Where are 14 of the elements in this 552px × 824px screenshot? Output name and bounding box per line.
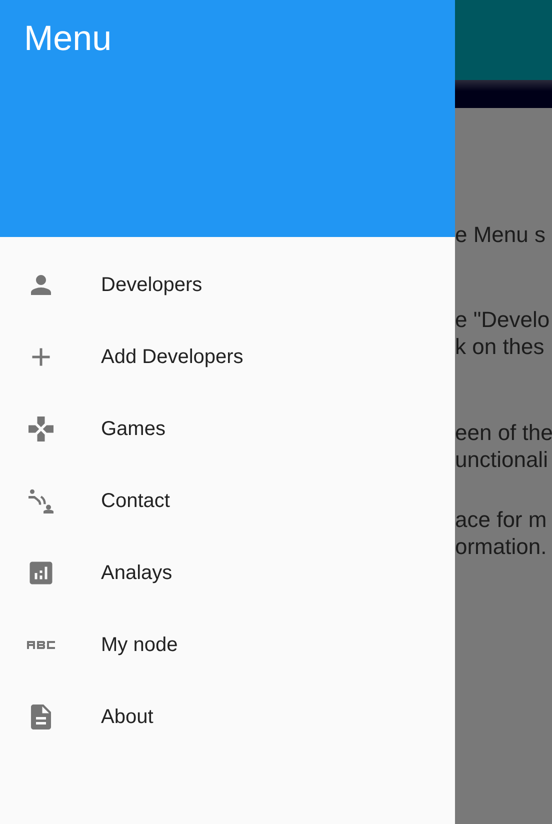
gamepad-icon [26,414,56,444]
menu-item[interactable]: Games [0,393,455,465]
paragraph: een of the unctionali [455,419,552,473]
menu-item[interactable]: My node [0,609,455,681]
paragraph: e "Develo k on thes [455,306,551,360]
menu-item[interactable]: Add Developers [0,321,455,393]
menu-item[interactable]: Contact [0,465,455,537]
paragraph: ace for m ormation. [455,506,548,560]
abc-icon [27,641,55,649]
paragraph: e Menu s [455,221,546,248]
menu-item[interactable]: Analays [0,537,455,609]
menu-item[interactable]: About [0,681,455,753]
drawer-title: Menu [24,18,112,60]
menu-item[interactable]: Developers [0,249,455,321]
